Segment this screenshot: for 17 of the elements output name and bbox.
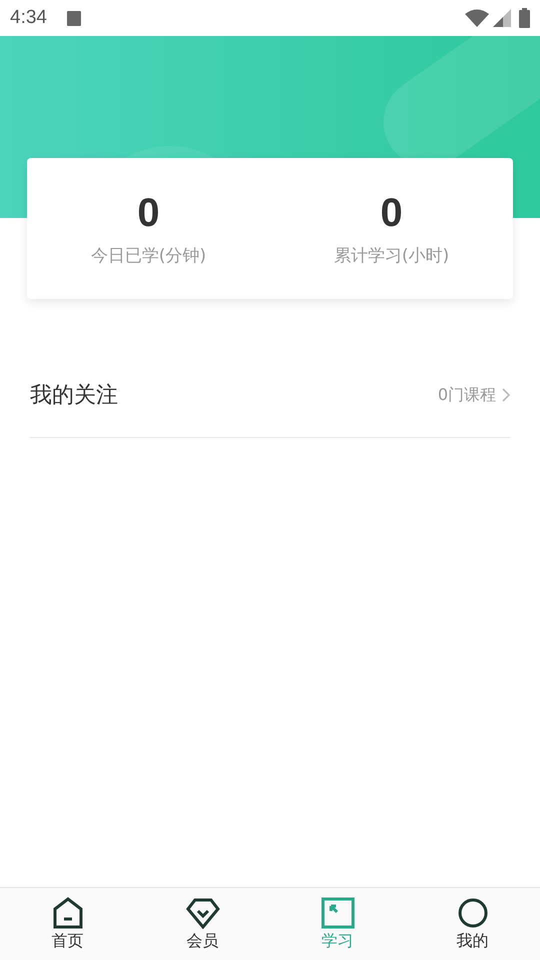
nav-tab[interactable]: 我的 xyxy=(405,888,540,960)
status-time: 4:34 xyxy=(10,7,47,29)
stat-label: 今日已学(分钟) xyxy=(90,244,206,266)
stat-value: 0 xyxy=(137,190,160,236)
wifi-icon xyxy=(465,9,489,27)
diamond-icon xyxy=(186,896,220,928)
stat-label: 累计学习(小时) xyxy=(334,244,450,266)
stat-value: 0 xyxy=(380,190,403,236)
chevron-right-icon xyxy=(502,388,510,402)
follow-title: 我的关注 xyxy=(30,382,118,410)
course-count: 0门课程 xyxy=(438,384,496,406)
signal-icon xyxy=(493,9,511,27)
nav-tab[interactable]: 会员 xyxy=(135,888,270,960)
home-icon xyxy=(50,896,84,928)
follow-row[interactable]: 我的关注 0门课程 xyxy=(30,353,510,438)
nav-tab[interactable]: 首页 xyxy=(0,888,135,960)
battery-icon xyxy=(519,8,530,28)
